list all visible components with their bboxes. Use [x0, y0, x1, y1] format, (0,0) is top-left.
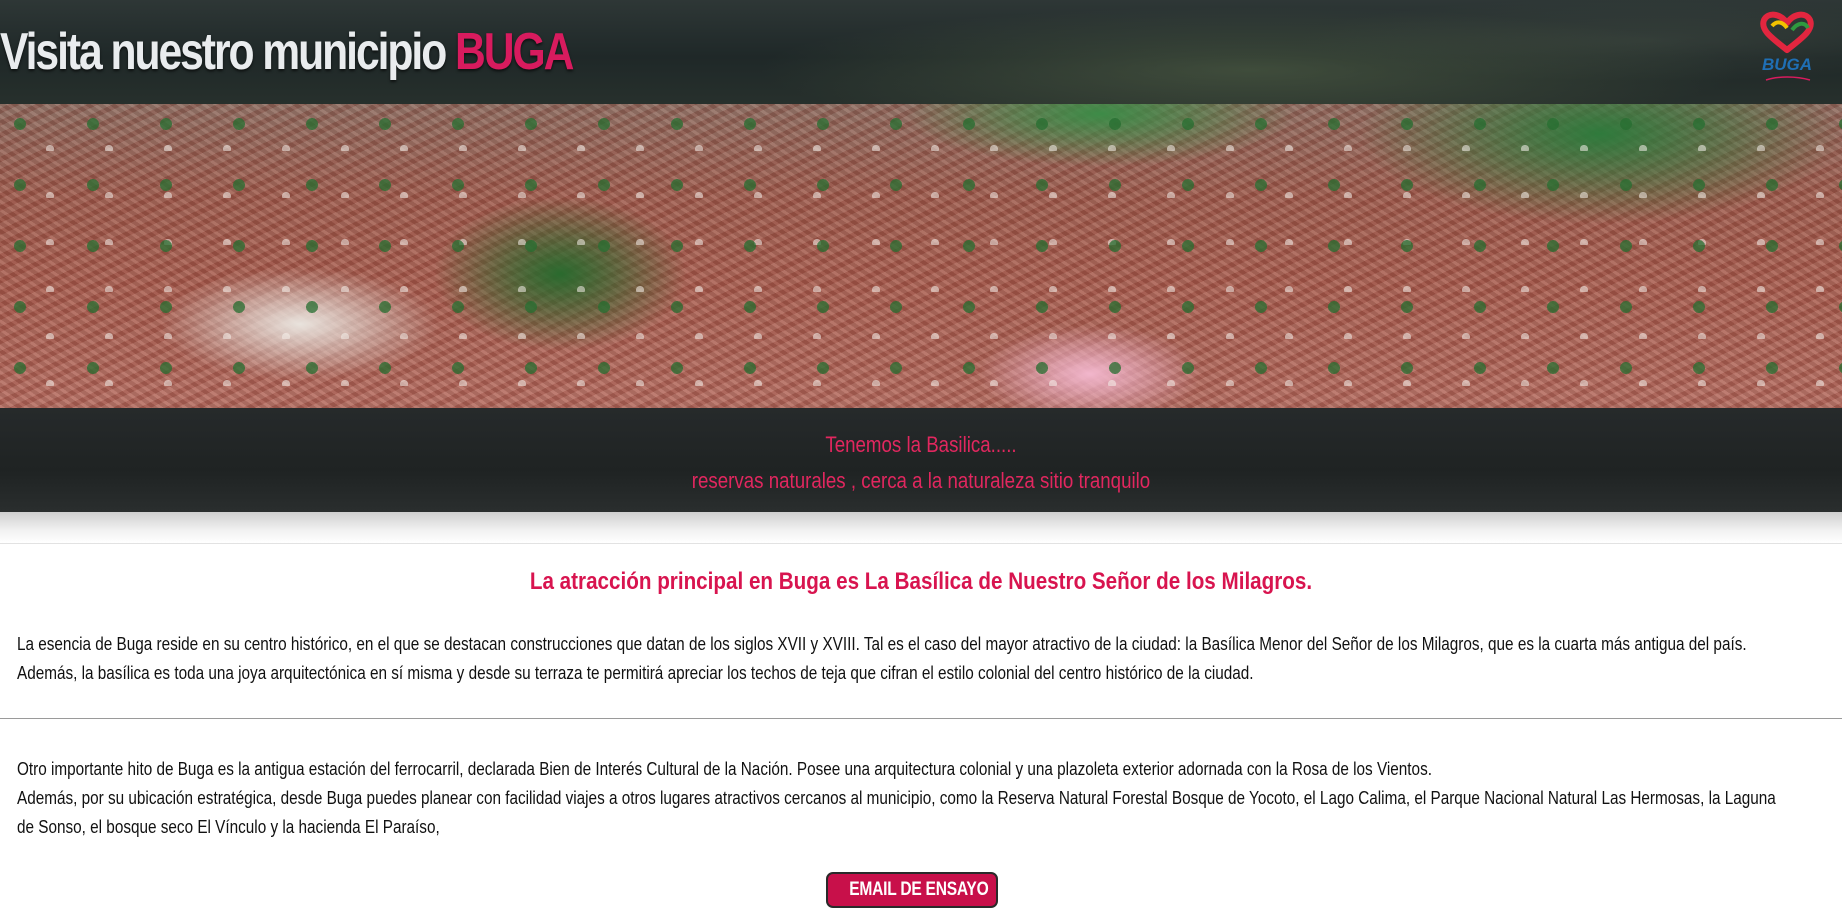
logo-text: BUGA	[1762, 55, 1812, 74]
section-separator	[0, 512, 1842, 543]
paragraph-basilica: La esencia de Buga reside en su centro h…	[17, 630, 1835, 688]
paragraph-line: de Sonso, el bosque seco El Vínculo y la…	[17, 817, 440, 837]
title-accent: BUGA	[455, 23, 574, 81]
page-title: Visita nuestro municipio BUGA	[0, 22, 574, 82]
email-button-label: EMAIL DE ENSAYO	[849, 879, 989, 900]
main-content: La atracción principal en Buga es La Bas…	[0, 543, 1842, 908]
hero-section: Visita nuestro municipio BUGA BUGA Tenem…	[0, 0, 1842, 512]
city-photo-texture	[0, 104, 1842, 408]
content-headline: La atracción principal en Buga es La Bas…	[529, 568, 1313, 595]
email-button[interactable]: EMAIL DE ENSAYO	[826, 872, 998, 908]
header-bar: Visita nuestro municipio BUGA BUGA	[0, 0, 1842, 105]
hero-caption: Tenemos la Basilica..... reservas natura…	[0, 408, 1842, 512]
paragraph-line: La esencia de Buga reside en su centro h…	[17, 634, 1747, 654]
caption-line-1: Tenemos la Basilica.....	[825, 432, 1017, 457]
paragraph-line: Además, por su ubicación estratégica, de…	[17, 788, 1776, 808]
caption-line-2: reservas naturales , cerca a la naturale…	[691, 468, 1151, 493]
paragraph-estacion: Otro importante hito de Buga es la antig…	[17, 755, 1835, 842]
paragraph-line: Otro importante hito de Buga es la antig…	[17, 759, 1432, 779]
heart-logo-icon[interactable]: BUGA	[1752, 10, 1822, 88]
title-main: Visita nuestro municipio	[0, 23, 447, 81]
paragraph-line: Además, la basílica es toda una joya arq…	[17, 663, 1254, 683]
divider	[0, 718, 1842, 719]
